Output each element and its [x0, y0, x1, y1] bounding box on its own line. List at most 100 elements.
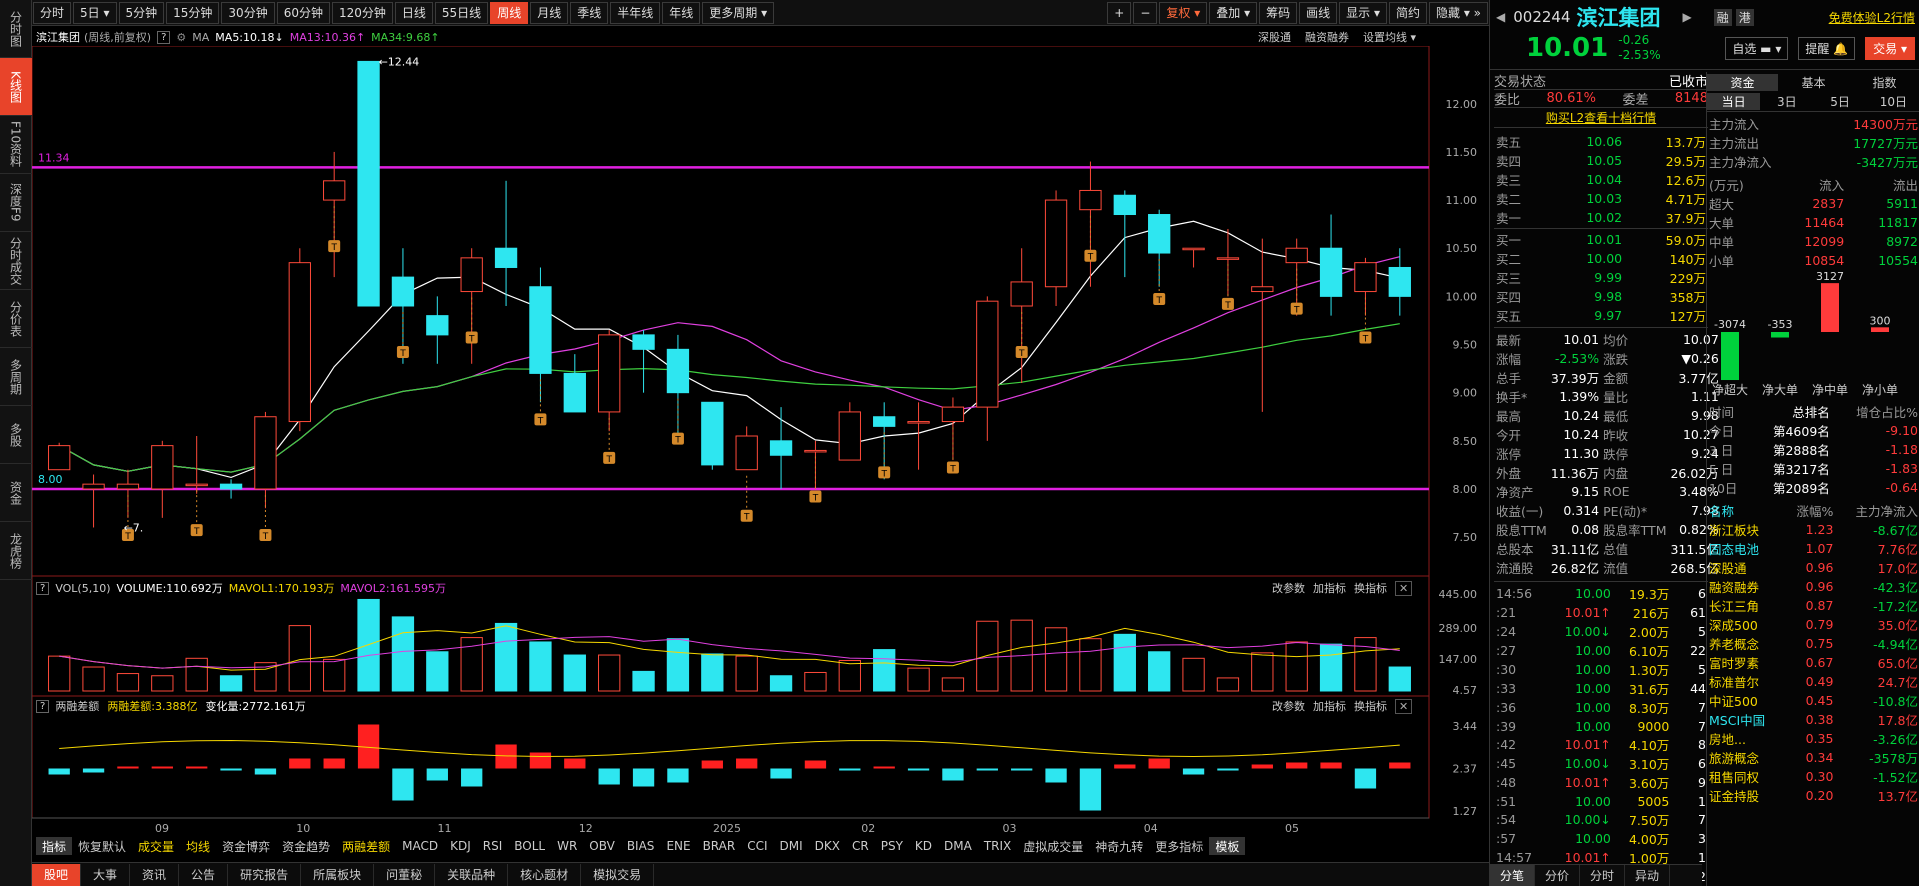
- tick-tab-3[interactable]: 异动: [1625, 864, 1671, 886]
- gear-icon[interactable]: ⚙: [176, 31, 186, 44]
- help-icon[interactable]: ?: [36, 699, 50, 713]
- l2-banner[interactable]: 购买L2查看十档行情: [1494, 108, 1708, 128]
- toolbar-btn-2[interactable]: 复权 ▾: [1159, 1, 1208, 24]
- indicator-tab-19[interactable]: CR: [846, 837, 875, 855]
- bottom-tab-6[interactable]: 问董秘: [374, 863, 436, 886]
- badge-margin[interactable]: 融: [1713, 8, 1732, 26]
- indicator-tab-2[interactable]: 成交量: [132, 837, 180, 855]
- period-tab-7[interactable]: 日线: [394, 1, 433, 24]
- tick-tab-2[interactable]: 分时: [1580, 864, 1626, 886]
- day-tab-2[interactable]: 5日: [1814, 93, 1867, 110]
- indicator-tab-13[interactable]: BIAS: [621, 837, 661, 855]
- indicator-tab-27[interactable]: 模板: [1209, 837, 1246, 855]
- sidebar-tab-1[interactable]: K线图: [0, 58, 32, 116]
- bottom-tab-4[interactable]: 研究报告: [228, 863, 302, 886]
- toolbar-btn-5[interactable]: 画线: [1299, 1, 1338, 24]
- indicator-tab-7[interactable]: MACD: [396, 837, 444, 855]
- fund-tab-0[interactable]: 资金: [1707, 73, 1778, 91]
- sidebar-tab-7[interactable]: 多股: [0, 406, 32, 464]
- indicator-tab-11[interactable]: WR: [551, 837, 583, 855]
- period-tab-14[interactable]: 更多周期 ▾: [702, 1, 775, 24]
- toolbar-btn-0[interactable]: +: [1107, 1, 1132, 24]
- tick-tab-0[interactable]: 分笔: [1490, 864, 1536, 886]
- close-icon[interactable]: ✕: [1395, 698, 1413, 714]
- toolbar-btn-1[interactable]: −: [1133, 1, 1158, 24]
- indicator-tab-9[interactable]: RSI: [477, 837, 509, 855]
- legend-link-0[interactable]: 深股通: [1258, 29, 1291, 45]
- volright-0[interactable]: 改参数: [1272, 580, 1305, 596]
- indicator-tab-21[interactable]: KD: [909, 837, 938, 855]
- next-stock-icon[interactable]: ▶: [1683, 10, 1692, 24]
- period-tab-8[interactable]: 55日线: [434, 1, 489, 24]
- sidebar-tab-8[interactable]: 资金: [0, 464, 32, 522]
- mrright-0[interactable]: 改参数: [1272, 698, 1305, 714]
- period-tab-13[interactable]: 年线: [662, 1, 701, 24]
- main-chart[interactable]: 12.00 11.50 11.00 10.50 10.00 9.50 9.00 8.50 8.0…: [32, 46, 1489, 836]
- volright-2[interactable]: 换指标: [1354, 580, 1387, 596]
- indicator-tab-20[interactable]: PSY: [875, 837, 909, 855]
- indicator-tab-8[interactable]: KDJ: [444, 837, 477, 855]
- badge-hk[interactable]: 港: [1735, 8, 1754, 26]
- indicator-tab-22[interactable]: DMA: [938, 837, 978, 855]
- indicator-tab-15[interactable]: BRAR: [697, 837, 742, 855]
- legend-link-2[interactable]: 设置均线 ▾: [1363, 29, 1416, 45]
- bottom-tab-8[interactable]: 核心题材: [508, 863, 582, 886]
- day-tab-3[interactable]: 10日: [1867, 93, 1919, 110]
- close-icon[interactable]: ✕: [1395, 580, 1413, 596]
- day-tab-0[interactable]: 当日: [1707, 93, 1761, 110]
- help-icon[interactable]: ?: [157, 30, 171, 44]
- period-tab-12[interactable]: 半年线: [610, 1, 661, 24]
- indicator-tab-16[interactable]: CCI: [741, 837, 773, 855]
- toolbar-btn-4[interactable]: 筹码: [1259, 1, 1298, 24]
- bottom-tab-7[interactable]: 关联品种: [435, 863, 509, 886]
- period-tab-3[interactable]: 15分钟: [166, 1, 220, 24]
- bottom-tab-1[interactable]: 大事: [81, 863, 131, 886]
- indicator-tab-12[interactable]: OBV: [583, 837, 621, 855]
- l2-link[interactable]: 免费体验L2行情: [1829, 9, 1915, 26]
- indicator-tab-24[interactable]: 虚拟成交量: [1017, 837, 1089, 855]
- period-tab-6[interactable]: 120分钟: [331, 1, 393, 24]
- mrright-2[interactable]: 换指标: [1354, 698, 1387, 714]
- toolbar-btn-7[interactable]: 简约: [1388, 1, 1427, 24]
- bottom-tab-5[interactable]: 所属板块: [301, 863, 375, 886]
- indicator-tab-10[interactable]: BOLL: [508, 837, 551, 855]
- period-tab-0[interactable]: 分时: [33, 1, 72, 24]
- indicator-tab-1[interactable]: 恢复默认: [72, 837, 132, 855]
- sidebar-tab-5[interactable]: 分价表: [0, 290, 32, 348]
- toolbar-btn-6[interactable]: 显示 ▾: [1339, 1, 1387, 24]
- period-tab-2[interactable]: 5分钟: [118, 1, 165, 24]
- indicator-tab-5[interactable]: 资金趋势: [276, 837, 336, 855]
- sidebar-tab-0[interactable]: 分时图: [0, 0, 32, 58]
- bottom-tab-0[interactable]: 股吧: [32, 863, 82, 886]
- indicator-tab-18[interactable]: DKX: [809, 837, 846, 855]
- sidebar-tab-3[interactable]: 深度F9: [0, 174, 32, 232]
- day-tab-1[interactable]: 3日: [1760, 93, 1813, 110]
- indicator-tab-14[interactable]: ENE: [660, 837, 696, 855]
- indicator-tab-6[interactable]: 两融差额: [336, 837, 396, 855]
- help-icon[interactable]: ?: [36, 581, 50, 595]
- sidebar-tab-9[interactable]: 龙虎榜: [0, 522, 32, 580]
- bottom-tab-9[interactable]: 模拟交易: [581, 863, 655, 886]
- period-tab-4[interactable]: 30分钟: [221, 1, 275, 24]
- indicator-tab-3[interactable]: 均线: [180, 837, 216, 855]
- period-tab-11[interactable]: 季线: [570, 1, 609, 24]
- sidebar-tab-2[interactable]: F10资料: [0, 116, 32, 174]
- trade-button[interactable]: 交易 ▾: [1865, 36, 1915, 60]
- indicator-tab-23[interactable]: TRIX: [978, 837, 1017, 855]
- period-tab-9[interactable]: 周线: [490, 1, 529, 24]
- legend-link-1[interactable]: 融资融券: [1305, 29, 1349, 45]
- bottom-tab-2[interactable]: 资讯: [130, 863, 180, 886]
- sidebar-tab-4[interactable]: 分时成交: [0, 232, 32, 290]
- mrright-1[interactable]: 加指标: [1313, 698, 1346, 714]
- fund-tab-1[interactable]: 基本: [1778, 74, 1849, 91]
- toolbar-btn-8[interactable]: 隐藏 ▾ »: [1429, 1, 1488, 24]
- period-tab-10[interactable]: 月线: [530, 1, 569, 24]
- period-tab-5[interactable]: 60分钟: [276, 1, 330, 24]
- indicator-tab-4[interactable]: 资金博弈: [216, 837, 276, 855]
- indicator-tab-26[interactable]: 更多指标: [1149, 837, 1209, 855]
- toolbar-btn-3[interactable]: 叠加 ▾: [1209, 1, 1258, 24]
- bottom-tab-3[interactable]: 公告: [179, 863, 229, 886]
- indicator-tab-0[interactable]: 指标: [36, 837, 73, 855]
- indicator-tab-17[interactable]: DMI: [774, 837, 809, 855]
- indicator-tab-25[interactable]: 神奇九转: [1089, 837, 1149, 855]
